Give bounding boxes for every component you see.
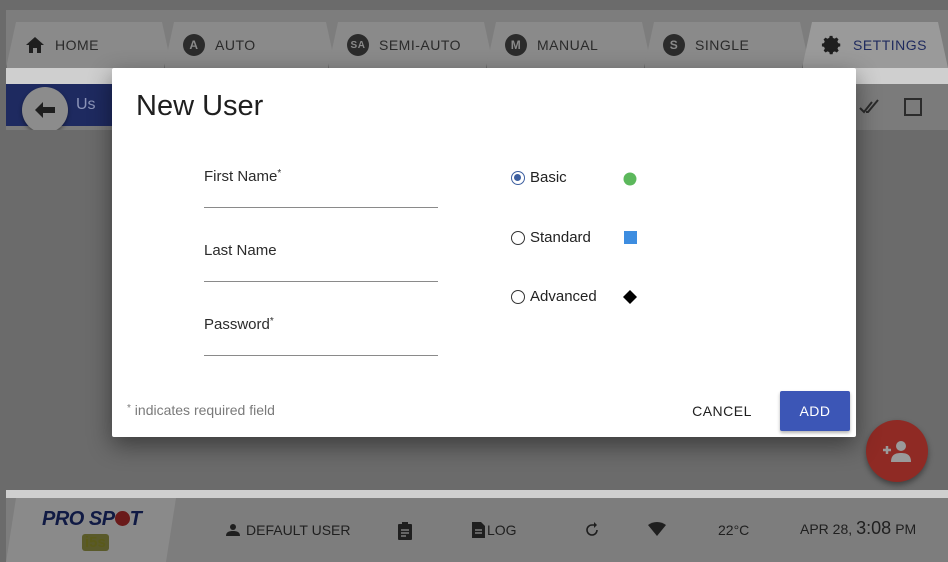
password-underline [204, 355, 438, 356]
manual-mode-icon: M [505, 34, 527, 56]
blue-square-icon [624, 231, 637, 244]
radio-unselected-icon [511, 230, 525, 245]
log-label: LOG [487, 522, 517, 538]
tab-label: HOME [55, 37, 99, 53]
tab-auto[interactable]: A AUTO [164, 22, 336, 68]
clipboard-button[interactable] [398, 522, 412, 540]
person-icon [226, 524, 240, 536]
status-footer: PRO SP T i5s DEFAULT USER LOG 22°C APR 28… [6, 498, 948, 562]
radio-label: Advanced [530, 288, 597, 305]
password-label: Password* [204, 316, 274, 333]
last-name-field[interactable]: Last Name [204, 242, 438, 282]
mode-tab-bar: HOME A AUTO SA SEMI-AUTO M MANUAL S SING… [6, 10, 948, 68]
temperature-value: 22°C [718, 522, 750, 538]
first-name-field[interactable]: First Name* [204, 168, 438, 208]
add-user-fab-button[interactable] [866, 420, 928, 482]
time-value: 3:08 [856, 518, 892, 538]
dialog-title: New User [136, 90, 264, 122]
tab-single[interactable]: S SINGLE [644, 22, 810, 68]
tab-label: AUTO [215, 37, 256, 53]
gear-icon [821, 34, 843, 56]
document-icon [472, 522, 485, 538]
black-diamond-icon [623, 290, 637, 304]
temperature-readout: 22°C [718, 522, 749, 538]
wifi-status[interactable] [648, 522, 666, 536]
tab-manual[interactable]: M MANUAL [486, 22, 652, 68]
back-button[interactable] [22, 87, 68, 133]
radio-label: Standard [530, 229, 591, 246]
wifi-icon [648, 522, 666, 536]
green-circle-icon [623, 172, 637, 186]
tab-label: SINGLE [695, 37, 750, 53]
tab-settings[interactable]: SETTINGS [802, 22, 948, 68]
password-field[interactable]: Password* [204, 316, 438, 356]
last-name-label: Last Name [204, 242, 277, 259]
date-time-readout: APR 28, 3:08 PM [800, 518, 916, 539]
tab-label: MANUAL [537, 37, 599, 53]
date-value: APR 28, [800, 520, 853, 537]
last-name-underline [204, 281, 438, 282]
checkbox-icon[interactable] [902, 96, 924, 118]
log-button[interactable]: LOG [472, 522, 517, 538]
required-field-note: * indicates required field [127, 402, 275, 418]
tab-home[interactable]: HOME [6, 22, 172, 68]
radio-advanced[interactable]: Advanced [511, 288, 597, 305]
tab-label: SEMI-AUTO [379, 37, 462, 53]
clipboard-icon [398, 522, 412, 540]
page-title: Us [76, 96, 96, 113]
current-user[interactable]: DEFAULT USER [226, 522, 351, 538]
radio-label: Basic [530, 169, 567, 186]
cancel-button[interactable]: CANCEL [678, 391, 766, 431]
tab-semi-auto[interactable]: SA SEMI-AUTO [328, 22, 494, 68]
refresh-button[interactable] [584, 522, 600, 538]
ampm-value: PM [895, 520, 917, 537]
add-person-icon [883, 441, 911, 462]
radio-unselected-icon [511, 289, 525, 304]
brand-logo: PRO SP T [42, 508, 142, 530]
first-name-underline [204, 207, 438, 208]
new-user-dialog: New User First Name* Last Name Password*… [112, 68, 856, 437]
logo-dot-icon [114, 511, 130, 526]
arrow-left-icon [35, 102, 55, 118]
tab-label: SETTINGS [853, 37, 928, 53]
single-mode-icon: S [663, 34, 685, 56]
radio-basic[interactable]: Basic [511, 169, 567, 186]
refresh-icon [586, 522, 598, 536]
select-all-icon[interactable] [858, 96, 880, 118]
brand-sublogo: i5s [82, 534, 109, 551]
home-icon [25, 36, 45, 54]
semi-auto-mode-icon: SA [347, 34, 369, 56]
radio-standard[interactable]: Standard [511, 229, 591, 246]
first-name-label: First Name* [204, 168, 282, 185]
current-user-label: DEFAULT USER [246, 522, 351, 538]
radio-selected-icon [511, 170, 525, 185]
add-button[interactable]: ADD [780, 391, 850, 431]
auto-mode-icon: A [183, 34, 205, 56]
